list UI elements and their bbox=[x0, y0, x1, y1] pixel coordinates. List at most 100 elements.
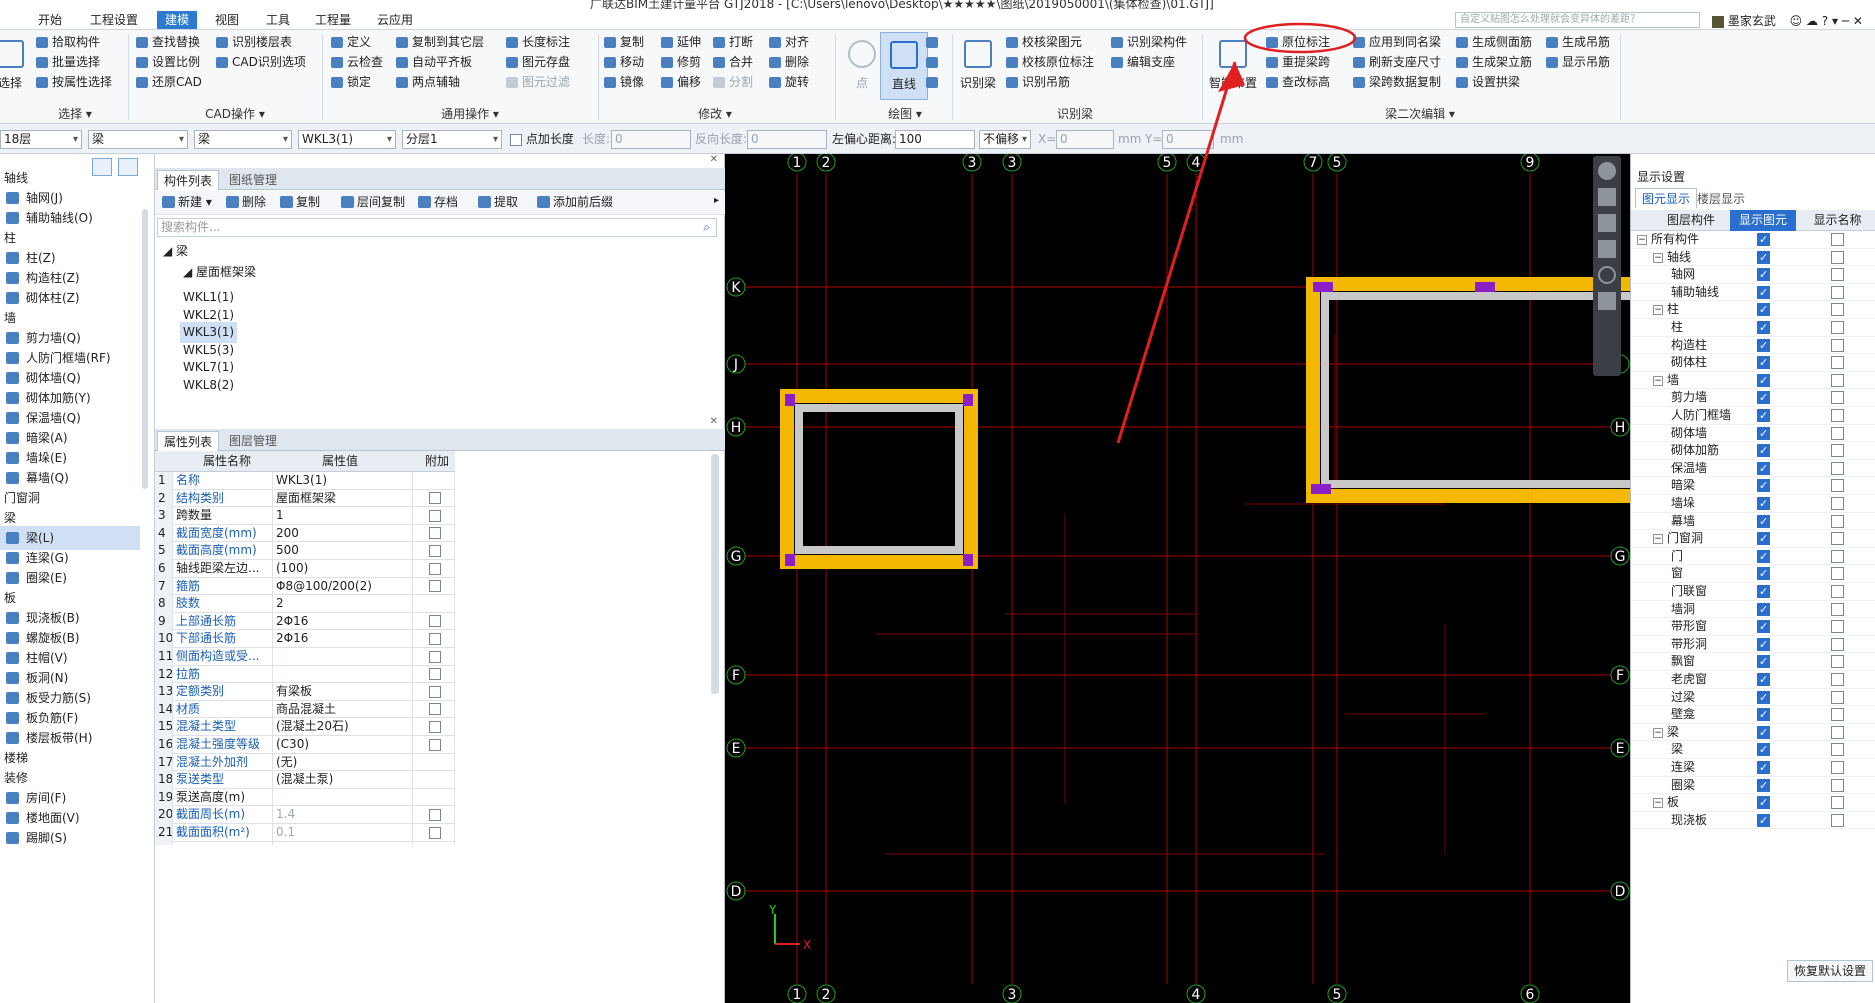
extract-button[interactable]: 提取 bbox=[477, 191, 518, 213]
checkbox[interactable] bbox=[510, 133, 522, 146]
show-name-checkbox[interactable] bbox=[1831, 409, 1844, 422]
user-name[interactable]: 墨家玄武 ☺ ☁ ? ▾ ─ ✕ bbox=[1712, 12, 1863, 29]
display-row[interactable]: 构造柱 bbox=[1631, 337, 1875, 355]
show-name-checkbox[interactable] bbox=[1831, 338, 1844, 352]
display-row[interactable]: 壁龛 bbox=[1631, 706, 1875, 724]
tab-tools[interactable]: 工具 bbox=[258, 11, 298, 29]
floor-copy-button[interactable]: 层间复制 bbox=[340, 191, 405, 213]
display-row[interactable]: 连梁 bbox=[1631, 759, 1875, 777]
show-name-checkbox[interactable] bbox=[1831, 444, 1844, 458]
show-element-checkbox[interactable] bbox=[1757, 231, 1770, 248]
show-element-checkbox[interactable] bbox=[1757, 337, 1770, 354]
tree-root[interactable]: ◢ 梁 bbox=[163, 241, 188, 262]
element-filter-button[interactable]: 图元过滤 bbox=[505, 73, 570, 92]
display-row[interactable]: 门联窗 bbox=[1631, 583, 1875, 601]
property-row[interactable]: 6 轴线距梁左边... (100) bbox=[155, 560, 455, 581]
display-row[interactable]: 过梁 bbox=[1631, 689, 1875, 707]
arc-draw-icon[interactable] bbox=[925, 33, 943, 52]
edit-support-button[interactable]: 编辑支座 bbox=[1110, 53, 1175, 72]
collapse-icon[interactable]: − bbox=[1653, 252, 1663, 263]
show-element-checkbox[interactable] bbox=[1757, 548, 1770, 565]
display-row[interactable]: − 柱 bbox=[1631, 301, 1875, 319]
attach-checkbox[interactable] bbox=[429, 580, 441, 593]
show-name-checkbox[interactable] bbox=[1831, 673, 1844, 686]
show-name-checkbox[interactable] bbox=[1831, 268, 1844, 282]
show-name-checkbox[interactable] bbox=[1831, 426, 1844, 440]
collapse-icon[interactable]: − bbox=[1653, 375, 1663, 386]
show-name-checkbox[interactable] bbox=[1831, 285, 1844, 299]
tab-drawing-management[interactable]: 图纸管理 bbox=[223, 170, 283, 190]
show-element-checkbox[interactable] bbox=[1757, 812, 1770, 829]
auto-align-slab-button[interactable]: 自动平齐板 bbox=[395, 53, 472, 72]
circle-draw-icon[interactable] bbox=[925, 53, 943, 72]
attach-checkbox[interactable] bbox=[429, 738, 441, 751]
generate-erection-rebar-button[interactable]: 生成架立筋 bbox=[1455, 53, 1532, 72]
check-beam-elements-button[interactable]: 校核梁图元 bbox=[1005, 33, 1082, 52]
extend-button[interactable]: 延伸 bbox=[660, 33, 701, 52]
refresh-support-size-button[interactable]: 刷新支座尺寸 bbox=[1352, 53, 1441, 72]
show-name-checkbox[interactable] bbox=[1831, 778, 1844, 792]
display-row[interactable]: 辅助轴线 bbox=[1631, 284, 1875, 302]
component-search-input[interactable]: 搜索构件... bbox=[157, 218, 717, 237]
property-row[interactable]: 18 泵送类型 (混凝土泵) bbox=[155, 771, 455, 793]
select-big-button[interactable]: 选择 bbox=[0, 32, 34, 100]
fullscreen-icon[interactable] bbox=[1598, 292, 1616, 310]
attach-checkbox[interactable] bbox=[429, 492, 441, 505]
group-cad-label[interactable]: CAD操作 ▾ bbox=[175, 106, 295, 122]
property-row[interactable]: 13 定额类别 有梁板 bbox=[155, 683, 455, 705]
more-icon[interactable]: ▸ bbox=[714, 195, 719, 206]
attach-checkbox[interactable] bbox=[429, 808, 441, 821]
display-row[interactable]: − 门窗洞 bbox=[1631, 530, 1875, 548]
layer-toggle-icon[interactable] bbox=[1598, 240, 1616, 258]
show-element-checkbox[interactable] bbox=[1757, 495, 1770, 512]
collapse-icon[interactable]: − bbox=[1653, 305, 1663, 316]
show-name-checkbox[interactable] bbox=[1831, 567, 1844, 581]
show-element-checkbox[interactable] bbox=[1757, 372, 1770, 389]
show-element-checkbox[interactable] bbox=[1757, 618, 1770, 635]
show-name-checkbox[interactable] bbox=[1831, 585, 1844, 598]
show-name-checkbox[interactable] bbox=[1831, 549, 1844, 563]
tree-group[interactable]: ◢ 屋面框架梁 bbox=[183, 262, 256, 283]
attach-checkbox[interactable] bbox=[429, 562, 441, 575]
property-row[interactable]: 4 截面宽度(mm) 200 bbox=[155, 524, 455, 546]
show-name-checkbox[interactable] bbox=[1831, 725, 1844, 739]
display-row[interactable]: 砌体柱 bbox=[1631, 354, 1875, 372]
delete-button[interactable]: 删除 bbox=[768, 53, 809, 72]
show-element-checkbox[interactable] bbox=[1757, 389, 1770, 406]
group-draw-label[interactable]: 绘图 ▾ bbox=[860, 106, 950, 122]
check-elevation-button[interactable]: 查改标高 bbox=[1265, 73, 1330, 92]
show-element-checkbox[interactable] bbox=[1757, 319, 1770, 336]
check-inplace-annotation-button[interactable]: 校核原位标注 bbox=[1005, 53, 1094, 72]
add-length-checkbox[interactable]: 点加长度 bbox=[510, 130, 574, 149]
show-element-checkbox[interactable] bbox=[1757, 354, 1770, 371]
attach-checkbox[interactable] bbox=[429, 703, 441, 716]
show-name-checkbox[interactable] bbox=[1831, 743, 1844, 757]
show-element-checkbox[interactable] bbox=[1757, 565, 1770, 582]
draw-point-button[interactable]: 点 bbox=[838, 32, 886, 100]
collapse-icon[interactable]: − bbox=[1637, 235, 1647, 245]
show-name-checkbox[interactable] bbox=[1831, 391, 1844, 405]
refresh-icon[interactable] bbox=[1598, 266, 1616, 284]
show-name-checkbox[interactable] bbox=[1831, 321, 1844, 334]
tab-floor-display[interactable]: 楼层显示 bbox=[1697, 190, 1745, 207]
property-row[interactable]: 15 混凝土类型 (混凝土20石) bbox=[155, 718, 455, 740]
show-element-checkbox[interactable] bbox=[1757, 284, 1770, 301]
lock-button[interactable]: 锁定 bbox=[330, 73, 371, 92]
show-hanger-button[interactable]: 显示吊筋 bbox=[1545, 53, 1610, 72]
pick-component-button[interactable]: 拾取构件 bbox=[35, 33, 100, 52]
show-element-checkbox[interactable] bbox=[1757, 460, 1770, 477]
move-button[interactable]: 移动 bbox=[603, 53, 644, 72]
show-name-checkbox[interactable] bbox=[1831, 373, 1844, 387]
property-row[interactable]: 5 截面高度(mm) 500 bbox=[155, 542, 455, 564]
break-button[interactable]: 打断 bbox=[712, 33, 753, 52]
category-select[interactable]: 梁 bbox=[88, 130, 188, 149]
show-element-checkbox[interactable] bbox=[1757, 636, 1770, 653]
tab-element-display[interactable]: 图元显示 bbox=[1635, 188, 1698, 208]
property-row[interactable]: 11 侧面构造或受... bbox=[155, 648, 455, 669]
component-select[interactable]: WKL3(1) bbox=[298, 130, 396, 149]
show-element-checkbox[interactable] bbox=[1757, 425, 1770, 442]
show-name-checkbox[interactable] bbox=[1831, 796, 1844, 810]
attach-checkbox[interactable] bbox=[429, 668, 441, 681]
show-name-checkbox[interactable] bbox=[1831, 461, 1844, 475]
tab-start[interactable]: 开始 bbox=[30, 11, 70, 29]
